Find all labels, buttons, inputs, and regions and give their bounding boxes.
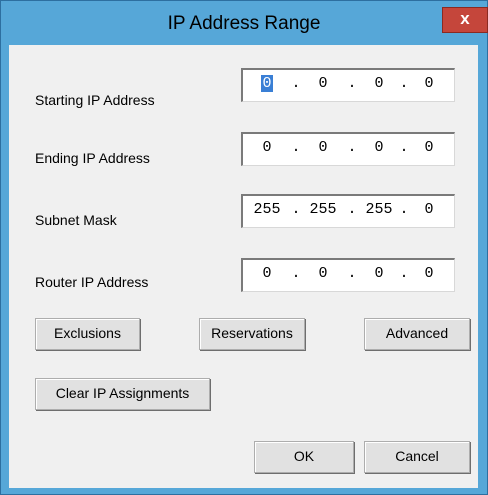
router-ip-label: Router IP Address bbox=[35, 274, 149, 290]
close-button[interactable]: x bbox=[442, 7, 488, 33]
ending-ip-octet-2[interactable]: 0 bbox=[305, 139, 341, 156]
title-bar[interactable]: IP Address Range bbox=[1, 1, 487, 45]
ok-button[interactable]: OK bbox=[254, 441, 354, 473]
octet-separator: . bbox=[347, 139, 357, 156]
router-ip-octet-1[interactable]: 0 bbox=[249, 265, 285, 282]
starting-ip-octet-4[interactable]: 0 bbox=[411, 75, 447, 92]
octet-separator: . bbox=[291, 265, 301, 282]
octet-separator: . bbox=[347, 201, 357, 218]
octet-separator: . bbox=[399, 201, 409, 218]
starting-ip-label: Starting IP Address bbox=[35, 92, 155, 108]
subnet-mask-octet-3[interactable]: 255 bbox=[361, 201, 397, 218]
subnet-mask-octet-1[interactable]: 255 bbox=[249, 201, 285, 218]
subnet-mask-octet-4[interactable]: 0 bbox=[411, 201, 447, 218]
ending-ip-input[interactable]: 0 . 0 . 0 . 0 bbox=[241, 132, 455, 166]
octet-separator: . bbox=[399, 265, 409, 282]
octet-separator: . bbox=[347, 75, 357, 92]
advanced-button[interactable]: Advanced bbox=[364, 318, 470, 350]
ending-ip-octet-3[interactable]: 0 bbox=[361, 139, 397, 156]
starting-ip-octet-1[interactable]: 0 bbox=[249, 75, 285, 92]
starting-ip-octet-3[interactable]: 0 bbox=[361, 75, 397, 92]
octet-separator: . bbox=[399, 75, 409, 92]
router-ip-input[interactable]: 0 . 0 . 0 . 0 bbox=[241, 258, 455, 292]
octet-separator: . bbox=[291, 201, 301, 218]
subnet-mask-label: Subnet Mask bbox=[35, 212, 117, 228]
subnet-mask-octet-2[interactable]: 255 bbox=[305, 201, 341, 218]
reservations-button[interactable]: Reservations bbox=[199, 318, 305, 350]
clear-ip-assignments-button[interactable]: Clear IP Assignments bbox=[35, 378, 210, 410]
ending-ip-octet-4[interactable]: 0 bbox=[411, 139, 447, 156]
dialog-window: IP Address Range x Starting IP Address 0… bbox=[0, 0, 488, 495]
ending-ip-octet-1[interactable]: 0 bbox=[249, 139, 285, 156]
subnet-mask-input[interactable]: 255 . 255 . 255 . 0 bbox=[241, 194, 455, 228]
dialog-body: Starting IP Address 0 . 0 . 0 . 0 Ending… bbox=[9, 45, 478, 488]
octet-separator: . bbox=[291, 139, 301, 156]
router-ip-octet-4[interactable]: 0 bbox=[411, 265, 447, 282]
starting-ip-input[interactable]: 0 . 0 . 0 . 0 bbox=[241, 68, 455, 102]
router-ip-octet-3[interactable]: 0 bbox=[361, 265, 397, 282]
cancel-button[interactable]: Cancel bbox=[364, 441, 470, 473]
dialog-title: IP Address Range bbox=[167, 13, 321, 34]
octet-separator: . bbox=[347, 265, 357, 282]
close-icon: x bbox=[460, 9, 470, 28]
exclusions-button[interactable]: Exclusions bbox=[35, 318, 140, 350]
router-ip-octet-2[interactable]: 0 bbox=[305, 265, 341, 282]
octet-separator: . bbox=[399, 139, 409, 156]
ending-ip-label: Ending IP Address bbox=[35, 150, 150, 166]
octet-separator: . bbox=[291, 75, 301, 92]
starting-ip-octet-2[interactable]: 0 bbox=[305, 75, 341, 92]
